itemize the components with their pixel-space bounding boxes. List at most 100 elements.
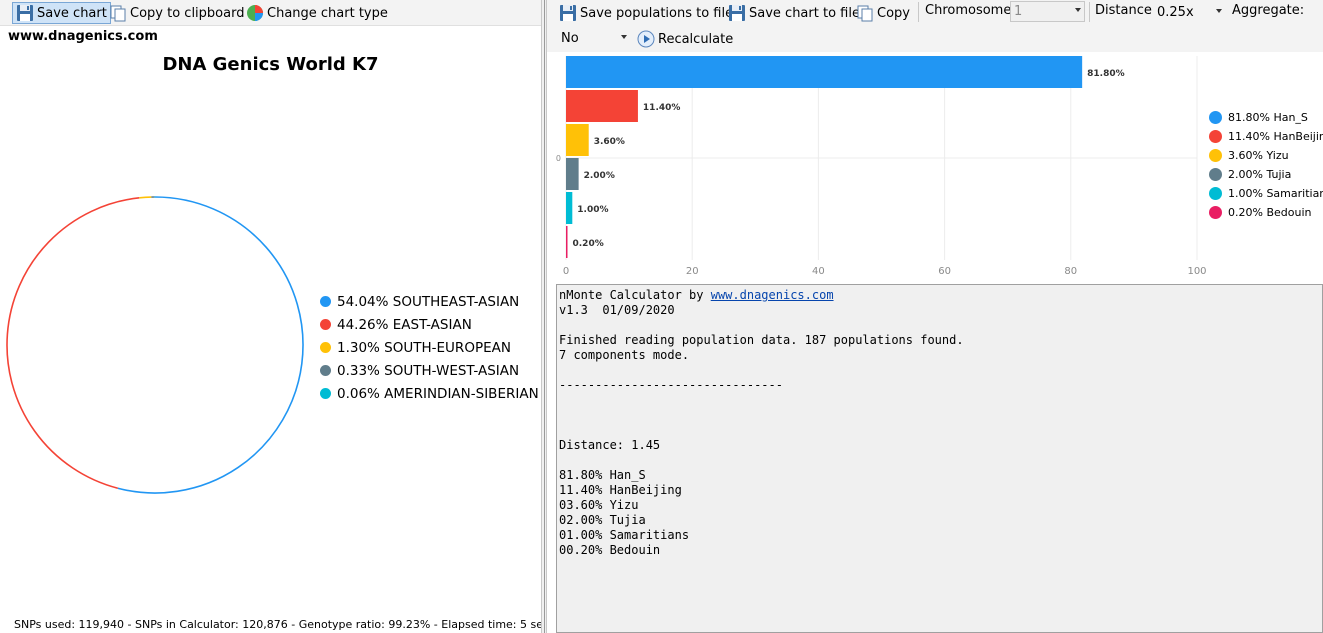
copy-label: Copy bbox=[877, 5, 910, 21]
recalculate-label: Recalculate bbox=[658, 31, 734, 47]
copy-icon bbox=[109, 4, 127, 22]
legend-dot bbox=[320, 365, 331, 376]
pie-slice-south-european bbox=[139, 196, 152, 199]
legend-label: 0.33% SOUTH-WEST-ASIAN bbox=[337, 362, 520, 379]
chromosome-label: Chromosome bbox=[925, 3, 1012, 18]
floppy-disk-icon bbox=[559, 4, 577, 22]
dnagenics-link[interactable]: www.dnagenics.com bbox=[711, 288, 834, 302]
legend-dot bbox=[1209, 130, 1222, 143]
legend-label: 44.26% EAST-ASIAN bbox=[337, 316, 472, 333]
output-line: v1.3 01/09/2020 bbox=[559, 303, 675, 317]
aggregate-value: No bbox=[561, 31, 579, 46]
pie-legend-item: 0.33% SOUTH-WEST-ASIAN bbox=[320, 359, 539, 382]
bar-yizu bbox=[566, 124, 589, 156]
bar-han_s bbox=[566, 56, 1083, 88]
output-result: 81.80% Han_S bbox=[559, 468, 646, 482]
legend-dot bbox=[320, 296, 331, 307]
pie-slice-east-asian bbox=[6, 197, 140, 490]
save-chart-button[interactable]: Save chart bbox=[12, 2, 111, 24]
legend-label: 3.60% Yizu bbox=[1228, 149, 1289, 162]
output-console[interactable]: nMonte Calculator by www.dnagenics.com v1… bbox=[556, 284, 1323, 633]
change-chart-type-label: Change chart type bbox=[267, 5, 388, 21]
output-distance: Distance: 1.45 bbox=[559, 438, 661, 452]
legend-dot bbox=[1209, 149, 1222, 162]
bar-legend-item: 0.20% Bedouin bbox=[1209, 203, 1323, 222]
output-result: 03.60% Yizu bbox=[559, 498, 639, 512]
change-chart-type-button[interactable]: Change chart type bbox=[243, 2, 391, 24]
legend-dot bbox=[320, 388, 331, 399]
output-result: 01.00% Samaritians bbox=[559, 528, 690, 542]
output-result: 00.20% Bedouin bbox=[559, 543, 661, 557]
output-credit-text: nMonte Calculator by bbox=[559, 288, 711, 302]
save-chart-to-file-button[interactable]: Save chart to file bbox=[725, 2, 863, 24]
legend-label: 1.00% Samaritians bbox=[1228, 187, 1323, 200]
output-line: Finished reading population data. 187 po… bbox=[559, 333, 964, 347]
bar-tujia bbox=[566, 158, 579, 190]
distance-label: Distance: bbox=[1095, 3, 1157, 18]
aggregate-select[interactable]: No bbox=[557, 28, 631, 49]
copy-to-clipboard-button[interactable]: Copy to clipboard bbox=[106, 2, 247, 24]
output-line: 7 components mode. bbox=[559, 348, 690, 362]
x-tick-label: 20 bbox=[686, 266, 699, 274]
copy-icon bbox=[856, 4, 874, 22]
y-tick-label: 0 bbox=[556, 154, 561, 163]
bar-chart: 0 20 40 60 80 100 0 81.80% 11.40% 3.60% 2.00% 1.00%… bbox=[556, 56, 1207, 274]
bar-legend: 81.80% Han_S 11.40% HanBeijing 3.60% Yizu 2… bbox=[1209, 108, 1323, 222]
bar-chart-area: 0 20 40 60 80 100 0 81.80% 11.40% 3.60% 2.00% 1.00%… bbox=[547, 52, 1323, 274]
chevron-down-icon bbox=[1216, 9, 1222, 13]
bar-data-label: 1.00% bbox=[577, 205, 608, 215]
save-populations-button[interactable]: Save populations to file bbox=[556, 2, 736, 24]
x-tick-label: 100 bbox=[1187, 266, 1206, 274]
bar-data-label: 11.40% bbox=[643, 103, 680, 113]
left-toolbar: Save chart Copy to clipboard Change char… bbox=[0, 0, 541, 26]
legend-dot bbox=[320, 342, 331, 353]
distance-value: 0.25x bbox=[1157, 5, 1194, 20]
recalculate-button[interactable]: Recalculate bbox=[634, 28, 736, 50]
aggregate-label: Aggregate: bbox=[1232, 3, 1305, 18]
pie-legend-item: 54.04% SOUTHEAST-ASIAN bbox=[320, 290, 539, 313]
distance-select[interactable]: 0.25x bbox=[1153, 2, 1226, 23]
chromosome-value: 1 bbox=[1014, 4, 1023, 19]
pie-legend-item: 1.30% SOUTH-EUROPEAN bbox=[320, 336, 539, 359]
legend-label: 2.00% Tujia bbox=[1228, 168, 1292, 181]
save-chart-label: Save chart bbox=[37, 5, 107, 21]
bar-legend-item: 3.60% Yizu bbox=[1209, 146, 1323, 165]
bar-data-label: 2.00% bbox=[584, 171, 615, 181]
x-tick-label: 60 bbox=[938, 266, 951, 274]
pie-legend: 54.04% SOUTHEAST-ASIAN 44.26% EAST-ASIAN… bbox=[320, 290, 539, 405]
pie-chart bbox=[6, 196, 304, 494]
right-toolbar: Save populations to file Save chart to f… bbox=[547, 0, 1323, 52]
legend-label: 0.20% Bedouin bbox=[1228, 206, 1312, 219]
left-pane: Save chart Copy to clipboard Change char… bbox=[0, 0, 575, 633]
chevron-down-icon bbox=[1075, 8, 1081, 12]
bar-legend-item: 81.80% Han_S bbox=[1209, 108, 1323, 127]
chevron-down-icon bbox=[621, 35, 627, 39]
toolbar-separator bbox=[918, 2, 919, 22]
bar-legend-item: 11.40% HanBeijing bbox=[1209, 127, 1323, 146]
bar-data-label: 81.80% bbox=[1087, 69, 1125, 79]
output-separator: ------------------------------- bbox=[559, 378, 783, 392]
pie-chart-icon bbox=[246, 4, 264, 22]
bar-legend-item: 1.00% Samaritians bbox=[1209, 184, 1323, 203]
copy-button[interactable]: Copy bbox=[853, 2, 913, 24]
copy-to-clipboard-label: Copy to clipboard bbox=[130, 5, 245, 21]
site-label: www.dnagenics.com bbox=[8, 29, 158, 44]
bar-bedouin bbox=[566, 226, 568, 258]
pie-chart-title: DNA Genics World K7 bbox=[162, 54, 379, 75]
bar-hanbeijing bbox=[566, 90, 638, 122]
floppy-disk-icon bbox=[728, 4, 746, 22]
right-pane: Save populations to file Save chart to f… bbox=[547, 0, 1323, 633]
legend-label: 81.80% Han_S bbox=[1228, 111, 1308, 124]
legend-dot bbox=[320, 319, 331, 330]
status-line: SNPs used: 119,940 - SNPs in Calculator:… bbox=[14, 618, 576, 631]
chromosome-select[interactable]: 1 bbox=[1010, 1, 1085, 22]
bar-data-label: 0.20% bbox=[573, 239, 604, 249]
bar-data-label: 3.60% bbox=[594, 137, 625, 147]
bar-samaritians bbox=[566, 192, 573, 224]
output-line: nMonte Calculator by www.dnagenics.com bbox=[559, 288, 1320, 303]
output-result: 02.00% Tujia bbox=[559, 513, 646, 527]
